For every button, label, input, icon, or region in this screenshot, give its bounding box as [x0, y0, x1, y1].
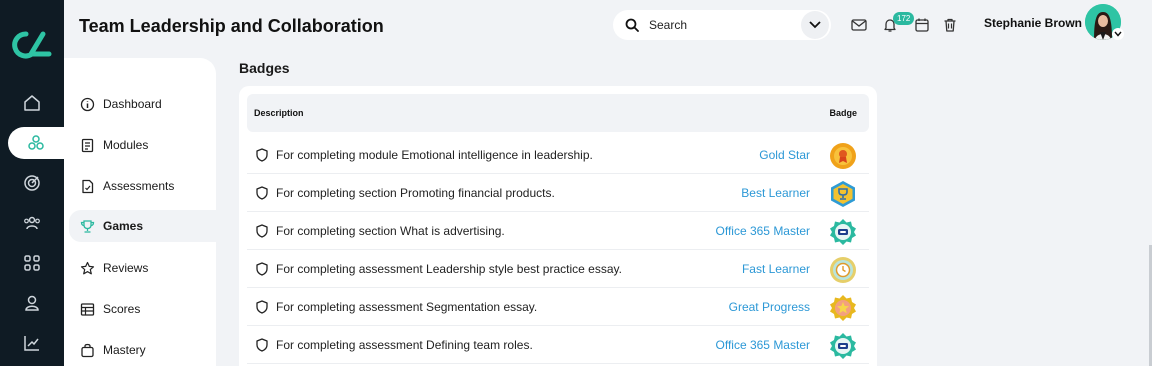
rail-courses[interactable] — [8, 127, 64, 159]
analytics-icon — [24, 336, 39, 351]
trash-icon — [944, 18, 956, 32]
badge-description: For completing section What is advertisi… — [276, 224, 505, 238]
subnav-label: Assessments — [103, 179, 175, 193]
search-dropdown-toggle[interactable] — [801, 11, 829, 39]
people-icon — [24, 216, 40, 230]
book-icon — [81, 138, 94, 152]
table-row[interactable]: For completing module Emotional intellig… — [247, 136, 869, 174]
subnav-item-modules[interactable]: Modules — [69, 129, 216, 161]
shield-icon — [256, 300, 268, 314]
table-row[interactable]: For completing assessment Segmentation e… — [247, 288, 869, 326]
badge-description: For completing assessment Defining team … — [276, 338, 533, 352]
chevron-down-icon — [1114, 31, 1122, 37]
rail-analytics[interactable] — [0, 327, 64, 359]
table-row[interactable]: For completing section What is advertisi… — [247, 212, 869, 250]
subnav-item-dashboard[interactable]: Dashboard — [69, 88, 216, 120]
user-menu-toggle[interactable] — [1112, 28, 1124, 40]
subnav-label: Mastery — [103, 343, 146, 357]
table-row[interactable]: For completing assessment Leadership sty… — [247, 250, 869, 288]
courses-icon — [28, 135, 44, 150]
badge-name-link[interactable]: Great Progress — [729, 300, 810, 314]
calendar-button[interactable] — [913, 16, 931, 34]
home-icon — [24, 95, 40, 111]
badge-name-link[interactable]: Best Learner — [741, 186, 810, 200]
rail-user[interactable] — [0, 287, 64, 319]
user-icon — [25, 295, 39, 311]
subnav-item-mastery[interactable]: Mastery — [69, 334, 216, 366]
column-header-description: Description — [254, 108, 304, 118]
badge-description: For completing section Promoting financi… — [276, 186, 555, 200]
subnav-item-assessments[interactable]: Assessments — [69, 170, 216, 202]
subnav-label: Dashboard — [103, 97, 162, 111]
star-icon — [80, 261, 95, 274]
trash-button[interactable] — [941, 16, 959, 34]
badge-name-link[interactable]: Office 365 Master — [716, 224, 811, 238]
search-dropdown[interactable]: Search — [613, 10, 831, 40]
table-icon — [80, 302, 95, 316]
rail-people[interactable] — [0, 207, 64, 239]
apps-icon — [24, 255, 40, 271]
table-header: Description Badge — [247, 94, 869, 132]
shield-icon — [256, 224, 268, 238]
search-icon — [625, 18, 639, 32]
office-365-master-badge-icon — [830, 219, 856, 245]
page-title: Team Leadership and Collaboration — [79, 16, 384, 36]
best-learner-badge-icon — [831, 181, 855, 207]
gold-star-badge-icon — [830, 143, 856, 169]
badge-name-link[interactable]: Office 365 Master — [716, 338, 811, 352]
badge-name-link[interactable]: Fast Learner — [742, 262, 810, 276]
document-icon — [82, 179, 94, 193]
column-header-badge: Badge — [829, 108, 857, 118]
badges-heading: Badges — [239, 60, 290, 76]
badge-description: For completing module Emotional intellig… — [276, 148, 593, 162]
shield-icon — [256, 148, 268, 162]
target-icon — [24, 175, 40, 191]
rail-target[interactable] — [0, 167, 64, 199]
trophy-icon — [80, 219, 95, 233]
info-icon — [80, 97, 95, 111]
bag-icon — [81, 343, 94, 357]
table-row[interactable]: For completing assessment Defining team … — [247, 326, 869, 364]
subnav-label: Reviews — [103, 261, 149, 275]
app-logo[interactable] — [12, 30, 52, 60]
subnav-label: Games — [103, 219, 144, 233]
badge-description: For completing assessment Segmentation e… — [276, 300, 538, 314]
shield-icon — [256, 262, 268, 276]
table-row[interactable]: For completing section Promoting financi… — [247, 174, 869, 212]
subnav-item-games[interactable]: Games — [69, 210, 216, 242]
subnav-label: Scores — [103, 302, 141, 316]
main-rail — [0, 0, 64, 366]
badges-table: Description Badge For completing module … — [239, 86, 877, 366]
office-365-master-badge-icon — [830, 333, 856, 359]
subnav-item-reviews[interactable]: Reviews — [69, 252, 216, 284]
badge-name-link[interactable]: Gold Star — [759, 148, 810, 162]
rail-home[interactable] — [0, 87, 64, 119]
subnav-label: Modules — [103, 138, 149, 152]
badge-description: For completing assessment Leadership sty… — [276, 262, 622, 276]
calendar-icon — [915, 18, 929, 32]
rail-apps[interactable] — [0, 247, 64, 279]
user-name: Stephanie Brown — [984, 16, 1083, 30]
shield-icon — [256, 338, 268, 352]
course-subnav: Dashboard Modules Assessments Games Revi… — [64, 58, 216, 366]
messages-button[interactable] — [850, 16, 868, 34]
subnav-item-scores[interactable]: Scores — [69, 293, 216, 325]
chevron-down-icon — [809, 21, 821, 29]
fast-learner-badge-icon — [830, 257, 856, 283]
search-label: Search — [649, 18, 688, 32]
shield-icon — [256, 186, 268, 200]
mail-icon — [851, 19, 867, 31]
notification-count-badge: 172 — [893, 12, 915, 25]
great-progress-badge-icon — [830, 295, 856, 321]
